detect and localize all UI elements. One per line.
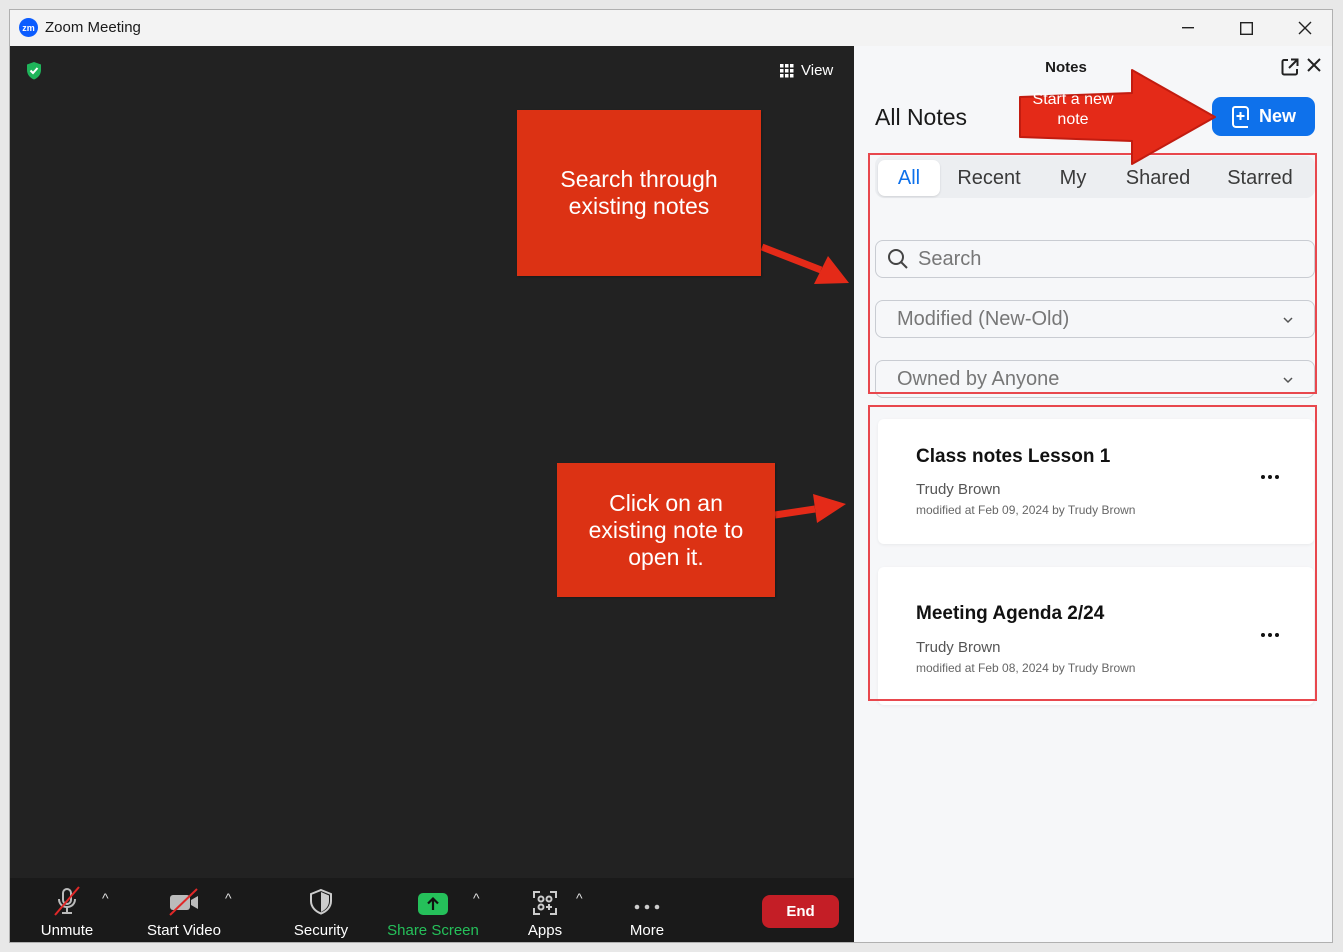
filters-highlight-box	[868, 153, 1317, 394]
maximize-button[interactable]	[1217, 10, 1275, 46]
minimize-icon	[1182, 27, 1194, 29]
notes-panel-title: Notes	[1045, 59, 1087, 76]
new-note-callout-line: note	[1057, 110, 1089, 128]
share-screen-label: Share Screen	[387, 922, 479, 939]
security-label: Security	[293, 922, 349, 939]
share-options-caret[interactable]: ^	[473, 890, 480, 906]
new-note-callout: Start a new note	[1008, 87, 1138, 132]
view-label: View	[801, 62, 834, 79]
more-button[interactable]: More	[622, 886, 672, 939]
more-label: More	[629, 922, 665, 939]
all-notes-heading: All Notes	[875, 104, 968, 130]
new-note-callout-line: Start a new	[1032, 90, 1114, 108]
end-meeting-button[interactable]: End	[762, 895, 839, 928]
zoom-logo-icon: zm	[19, 18, 38, 37]
apps-button[interactable]: Apps	[520, 886, 570, 939]
new-note-label: New	[1258, 106, 1296, 126]
audio-options-caret[interactable]: ^	[102, 890, 109, 906]
search-callout: Search through existing notes	[517, 110, 761, 276]
open-note-callout: Click on an existing note to open it.	[557, 463, 775, 597]
pop-out-icon[interactable]	[1280, 57, 1300, 77]
close-icon	[1298, 21, 1312, 35]
unmute-button[interactable]: Unmute	[32, 886, 102, 939]
open-note-callout-line: open it.	[628, 543, 704, 570]
share-screen-icon	[418, 893, 448, 915]
search-callout-line: Search through	[560, 166, 718, 192]
new-note-button[interactable]: New	[1212, 97, 1315, 136]
notes-list-highlight-box	[868, 405, 1317, 701]
close-panel-icon[interactable]	[1306, 57, 1322, 73]
view-button[interactable]: View	[780, 62, 833, 79]
open-note-callout-line: existing note to	[588, 516, 744, 543]
share-screen-button[interactable]: Share Screen	[383, 886, 483, 939]
search-callout-line: existing notes	[568, 193, 710, 219]
close-window-button[interactable]	[1276, 10, 1332, 46]
new-note-icon	[1231, 105, 1249, 128]
window-title: Zoom Meeting	[45, 19, 141, 36]
video-off-icon	[169, 888, 198, 916]
open-note-callout-line: Click on an	[609, 489, 723, 516]
start-video-button[interactable]: Start Video	[138, 886, 230, 939]
apps-options-caret[interactable]: ^	[576, 890, 583, 906]
encryption-shield-icon[interactable]	[25, 61, 43, 81]
meeting-toolbar: Unmute ^ Start Video ^ Security Share Sc…	[10, 878, 854, 942]
title-bar: zm Zoom Meeting	[10, 10, 1332, 46]
more-dots-icon	[634, 904, 660, 910]
video-options-caret[interactable]: ^	[225, 890, 232, 906]
unmute-label: Unmute	[40, 922, 94, 939]
grid-icon	[780, 63, 794, 77]
start-video-label: Start Video	[147, 922, 221, 939]
security-shield-icon	[310, 888, 332, 915]
minimize-button[interactable]	[1159, 10, 1217, 46]
muted-microphone-icon	[54, 886, 80, 916]
apps-label: Apps	[527, 922, 563, 939]
security-button[interactable]: Security	[283, 886, 359, 939]
apps-icon	[533, 891, 557, 915]
maximize-icon	[1239, 21, 1253, 35]
